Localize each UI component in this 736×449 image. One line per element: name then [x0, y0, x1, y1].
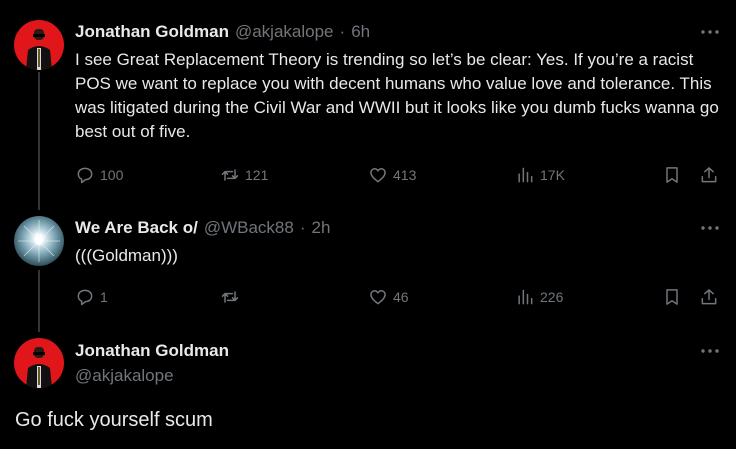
- share-icon: [701, 289, 717, 305]
- separator-dot: ·: [339, 22, 346, 41]
- main-author-name: Jonathan Goldman: [75, 340, 229, 362]
- tweet-actions: 1 46 226: [75, 284, 725, 310]
- views-count: 17K: [540, 167, 565, 183]
- repost-button[interactable]: 121: [220, 162, 268, 188]
- more-icon[interactable]: [700, 341, 720, 361]
- share-button[interactable]: [699, 284, 719, 310]
- like-button[interactable]: 413: [368, 162, 416, 188]
- timestamp[interactable]: 6h: [351, 22, 370, 42]
- reply-button[interactable]: 1: [75, 284, 108, 310]
- display-name[interactable]: Jonathan Goldman: [75, 341, 229, 361]
- tweet-actions: 100 121 413 17K: [75, 162, 725, 188]
- more-icon[interactable]: [700, 22, 720, 42]
- reply-count: 1: [100, 289, 108, 305]
- tweet-1[interactable]: Jonathan Goldman @akjakalope · 6h I see …: [0, 0, 736, 200]
- display-name[interactable]: Jonathan Goldman: [75, 22, 229, 42]
- reply-icon: [77, 289, 93, 306]
- like-count: 46: [393, 289, 409, 305]
- timestamp[interactable]: 2h: [312, 218, 331, 238]
- views-button[interactable]: 17K: [515, 162, 565, 188]
- separator-dot: ·: [299, 218, 306, 237]
- reply-button[interactable]: 100: [75, 162, 123, 188]
- tweet-header: We Are Back o/ @WBack88 · 2h: [75, 217, 330, 239]
- views-button[interactable]: 226: [515, 284, 563, 310]
- more-icon[interactable]: [700, 218, 720, 238]
- repost-icon: [221, 169, 239, 181]
- like-icon: [370, 168, 386, 183]
- repost-count: 121: [245, 167, 269, 183]
- repost-icon: [221, 291, 239, 303]
- tweet-header: Jonathan Goldman @akjakalope · 6h: [75, 21, 370, 43]
- user-handle[interactable]: @akjakalope: [75, 366, 174, 386]
- main-author-handle: @akjakalope: [75, 365, 174, 387]
- main-tweet-text: Go fuck yourself scum: [15, 409, 213, 431]
- avatar[interactable]: [14, 338, 64, 388]
- bookmark-icon: [666, 167, 678, 183]
- bookmark-button[interactable]: [662, 162, 682, 188]
- bookmark-button[interactable]: [662, 284, 682, 310]
- tweet-text: (((Goldman))): [75, 246, 178, 265]
- reply-icon: [77, 167, 93, 184]
- reply-count: 100: [100, 167, 124, 183]
- views-icon: [518, 167, 533, 183]
- tweet-text: I see Great Replacement Theory is trendi…: [75, 50, 719, 141]
- user-handle[interactable]: @WBack88: [204, 218, 294, 238]
- avatar[interactable]: [14, 216, 64, 266]
- bookmark-icon: [666, 289, 678, 305]
- avatar[interactable]: [14, 20, 64, 70]
- display-name[interactable]: We Are Back o/: [75, 218, 198, 238]
- like-icon: [370, 290, 386, 305]
- tweet-2[interactable]: We Are Back o/ @WBack88 · 2h (((Goldman)…: [0, 200, 736, 330]
- like-count: 413: [393, 167, 417, 183]
- share-button[interactable]: [699, 162, 719, 188]
- user-handle[interactable]: @akjakalope: [235, 22, 334, 42]
- like-button[interactable]: 46: [368, 284, 409, 310]
- share-icon: [701, 167, 717, 183]
- views-count: 226: [540, 289, 564, 305]
- repost-button[interactable]: [220, 284, 245, 310]
- views-icon: [518, 289, 533, 305]
